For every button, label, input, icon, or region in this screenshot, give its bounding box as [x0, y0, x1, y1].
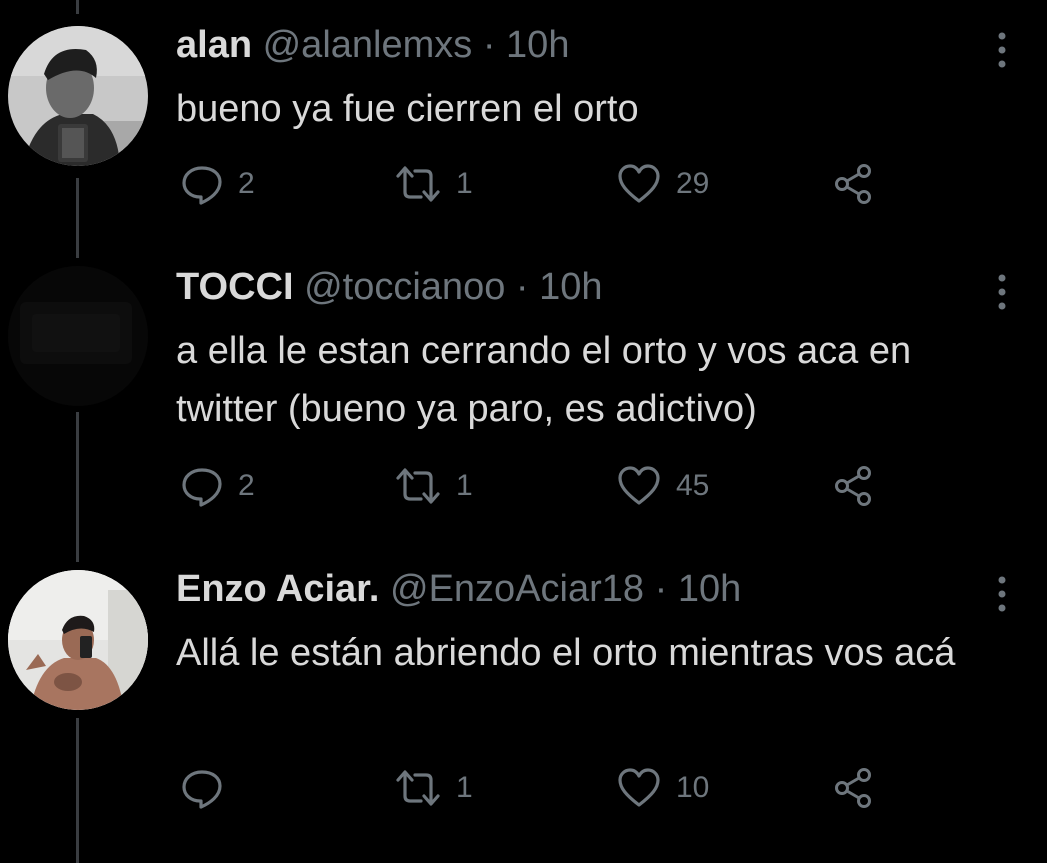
separator-dot: · [654, 568, 668, 610]
more-options-button[interactable] [990, 574, 1014, 614]
avatar[interactable] [8, 570, 148, 710]
timestamp[interactable]: 10h [539, 266, 602, 308]
like-button[interactable]: 45 [616, 460, 709, 512]
thread-line [76, 0, 79, 14]
like-button[interactable]: 29 [616, 158, 709, 210]
display-name[interactable]: TOCCI [176, 266, 294, 308]
tweet-header: Enzo Aciar. @EnzoAciar18 · 10h [176, 566, 741, 612]
separator-dot: · [515, 266, 529, 308]
speech-bubble-icon [182, 468, 222, 507]
speech-bubble-icon [182, 770, 222, 809]
reply-button[interactable]: 2 [180, 460, 255, 512]
tweet[interactable]: TOCCI @toccianoo · 10h a ella le estan c… [0, 264, 1047, 524]
like-button[interactable]: 10 [616, 762, 709, 814]
reply-count: 2 [238, 167, 255, 200]
reply-button[interactable]: 2 [180, 158, 255, 210]
like-count: 29 [676, 167, 710, 200]
retweet-button[interactable]: 1 [394, 762, 473, 814]
heart-icon [618, 768, 660, 807]
like-count: 45 [676, 469, 710, 502]
retweet-count: 1 [456, 771, 473, 804]
user-handle[interactable]: @EnzoAciar18 [390, 568, 644, 610]
like-count: 10 [676, 771, 710, 804]
more-options-button[interactable] [990, 30, 1014, 70]
share-button[interactable] [832, 158, 876, 210]
tweet[interactable]: Enzo Aciar. @EnzoAciar18 · 10h Allá le e… [0, 566, 1047, 826]
user-handle[interactable]: @alanlemxs [263, 24, 473, 66]
display-name[interactable]: alan [176, 24, 252, 66]
tweet-text: Allá le están abriendo el orto mientras … [176, 632, 956, 674]
timestamp[interactable]: 10h [506, 24, 569, 66]
share-icon [835, 768, 871, 808]
timestamp[interactable]: 10h [678, 568, 741, 610]
display-name[interactable]: Enzo Aciar. [176, 568, 379, 610]
tweet[interactable]: alan @alanlemxs · 10h bueno ya fue cierr… [0, 22, 1047, 222]
tweet-header: TOCCI @toccianoo · 10h [176, 264, 603, 310]
tweet-actions: 2 1 29 [176, 158, 896, 210]
share-icon [835, 164, 871, 204]
share-button[interactable] [832, 762, 876, 814]
reply-count: 2 [238, 469, 255, 502]
share-button[interactable] [832, 460, 876, 512]
retweet-icon [396, 468, 440, 504]
more-options-button[interactable] [990, 272, 1014, 312]
avatar[interactable] [8, 266, 148, 406]
separator-dot: · [482, 24, 496, 66]
vertical-ellipsis-icon [998, 274, 1006, 310]
heart-icon [618, 164, 660, 203]
user-handle[interactable]: @toccianoo [304, 266, 505, 308]
speech-bubble-icon [182, 166, 222, 205]
tweet-text: a ella le estan cerrando el orto y vos a… [176, 330, 912, 430]
tweet-text: bueno ya fue cierren el orto [176, 88, 639, 130]
tweet-header: alan @alanlemxs · 10h [176, 22, 569, 68]
retweet-button[interactable]: 1 [394, 460, 473, 512]
retweet-button[interactable]: 1 [394, 158, 473, 210]
avatar[interactable] [8, 26, 148, 166]
retweet-count: 1 [456, 167, 473, 200]
tweet-actions: 2 1 45 [176, 460, 896, 512]
reply-button[interactable] [180, 762, 238, 814]
share-icon [835, 466, 871, 506]
retweet-icon [396, 770, 440, 806]
tweet-actions: 1 10 [176, 762, 896, 814]
heart-icon [618, 466, 660, 505]
retweet-count: 1 [456, 469, 473, 502]
vertical-ellipsis-icon [998, 32, 1006, 68]
vertical-ellipsis-icon [998, 576, 1006, 612]
retweet-icon [396, 166, 440, 202]
